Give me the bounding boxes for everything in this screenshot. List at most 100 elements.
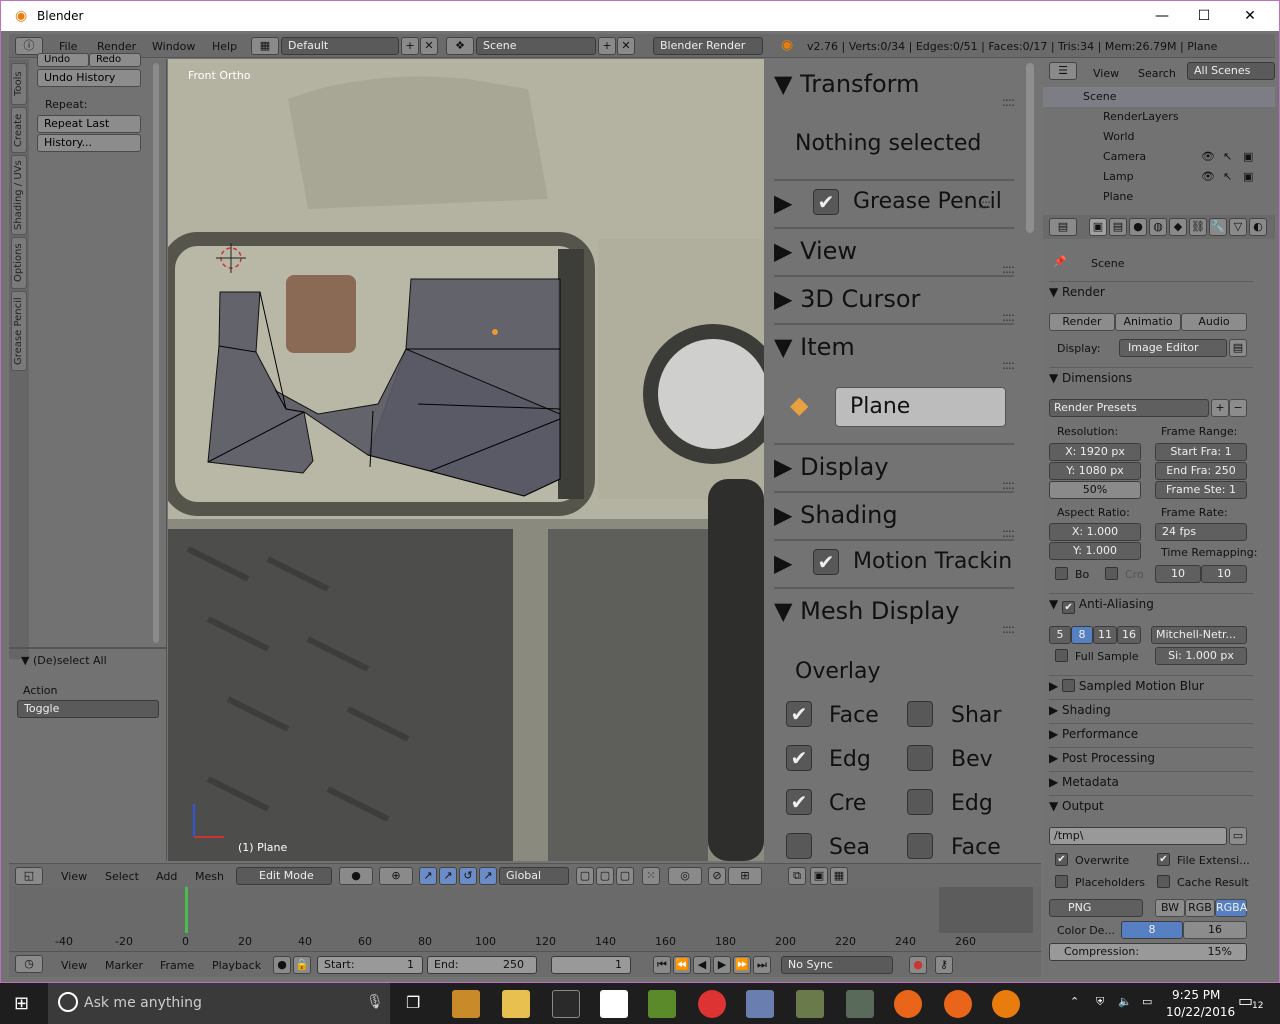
app-icon[interactable] [746, 990, 774, 1018]
grip-icon[interactable]: :::: [1002, 80, 1015, 124]
overlay-edge-info-checkbox[interactable] [907, 789, 933, 815]
viewport-menu-select[interactable]: Select [105, 870, 139, 883]
remove-layout-icon[interactable]: ✕ [420, 37, 438, 55]
resolution-y-field[interactable]: Y: 1080 px [1049, 462, 1141, 480]
end-frame-input[interactable]: End: 250 [427, 956, 537, 974]
proportional-edit-icon[interactable]: ◎ [668, 867, 702, 885]
close-button[interactable]: ✕ [1227, 5, 1273, 27]
jump-start-icon[interactable]: ⏮ [653, 956, 671, 974]
world-tab-icon[interactable]: ◍ [1149, 218, 1167, 236]
rotate-icon[interactable]: ↺ [459, 867, 477, 885]
scene-icon[interactable]: ❖ [446, 37, 474, 55]
overlay-crease-checkbox[interactable]: ✔ [786, 789, 812, 815]
volume-icon[interactable]: 🔈 [1118, 995, 1132, 1008]
folder-icon[interactable]: ▭ [1229, 827, 1247, 845]
start-frame-field[interactable]: Start Fra: 1 [1155, 443, 1247, 461]
chrome-icon[interactable] [698, 990, 726, 1018]
fps-select[interactable]: 24 fps [1155, 523, 1247, 541]
mode-select[interactable]: Edit Mode [236, 867, 332, 885]
clock-date[interactable]: 10/22/2016 [1166, 1005, 1235, 1019]
grip-icon[interactable]: :::: [1002, 343, 1015, 387]
full-sample-checkbox[interactable] [1055, 649, 1068, 662]
tool-scrollbar[interactable] [153, 63, 159, 643]
material-tab-icon[interactable]: ◐ [1249, 218, 1267, 236]
scale-icon[interactable]: ↗ [479, 867, 497, 885]
cortana-search-box[interactable]: Ask me anything 🎙 [48, 983, 390, 1024]
motion-blur-section-header[interactable]: ▶ Sampled Motion Blur [1049, 675, 1253, 695]
layer-icon[interactable]: ▢ [596, 867, 614, 885]
color-rgb-button[interactable]: RGB [1185, 899, 1215, 917]
lock-frame-icon[interactable]: 🔒 [293, 956, 311, 974]
placeholders-checkbox[interactable] [1055, 875, 1068, 888]
render-tab-icon[interactable]: ▣ [1089, 218, 1107, 236]
timeline-menu-view[interactable]: View [61, 959, 87, 972]
outliner-item-scene[interactable]: Scene [1043, 87, 1275, 107]
cursor-icon[interactable]: ↖ [1223, 147, 1232, 167]
notification-icon[interactable]: ▭ [1238, 991, 1253, 1010]
audio-button[interactable]: Audio [1181, 313, 1247, 331]
timeline-menu-frame[interactable]: Frame [160, 959, 194, 972]
maximize-button[interactable]: ☐ [1181, 5, 1227, 27]
action-select[interactable]: Toggle [17, 700, 159, 718]
clock-time[interactable]: 9:25 PM [1172, 988, 1220, 1002]
next-keyframe-icon[interactable]: ⏩ [733, 956, 751, 974]
camera-render-icon[interactable]: ▣ [1243, 167, 1253, 187]
chevron-up-icon[interactable]: ⌃ [1070, 995, 1079, 1008]
viewport-editor-icon[interactable]: ◱ [15, 867, 43, 885]
constraints-tab-icon[interactable]: ⛓ [1189, 218, 1207, 236]
tab-grease-pencil[interactable]: Grease Pencil [11, 291, 27, 371]
blender-taskbar-icon[interactable] [992, 990, 1020, 1018]
timeline-menu-playback[interactable]: Playback [212, 959, 261, 972]
app-icon[interactable] [944, 990, 972, 1018]
remap-old-field[interactable]: 10 [1155, 565, 1201, 583]
auto-key-icon[interactable]: ● [909, 956, 927, 974]
tab-create[interactable]: Create [11, 107, 27, 153]
add-scene-icon[interactable]: + [598, 37, 616, 55]
aa-filter-select[interactable]: Mitchell-Netr... [1151, 626, 1247, 644]
manipulator-icon[interactable]: ↗ [419, 867, 437, 885]
outliner-item-plane[interactable]: Plane [1043, 187, 1275, 203]
play-icon[interactable]: ▶ [713, 956, 731, 974]
minimize-button[interactable]: — [1139, 5, 1185, 27]
color-depth-8[interactable]: 8 [1121, 921, 1183, 939]
security-icon[interactable]: ⛨ [1096, 995, 1104, 1009]
item-header[interactable]: ▼ Item:::: [774, 323, 1015, 372]
animation-button[interactable]: Animatio [1115, 313, 1181, 331]
photo-icon[interactable] [796, 990, 824, 1018]
history-button[interactable]: History... [37, 134, 141, 152]
scene-field[interactable]: Scene [476, 37, 596, 55]
display-header[interactable]: ▶ Display:::: [774, 443, 1015, 492]
start-frame-input[interactable]: Start: 1 [317, 956, 423, 974]
outliner-item-camera[interactable]: Camera 👁 ↖ ▣ [1043, 147, 1275, 167]
file-explorer-icon[interactable] [502, 990, 530, 1018]
end-frame-field[interactable]: End Fra: 250 [1155, 462, 1247, 480]
file-extensions-checkbox[interactable]: ✔ [1157, 853, 1170, 866]
menu-render[interactable]: Render [97, 40, 136, 53]
outliner-filter-select[interactable]: All Scenes [1187, 62, 1275, 80]
amazon-icon[interactable] [600, 990, 628, 1018]
keyboard-icon[interactable]: ▭ [1142, 995, 1152, 1008]
render-section-header[interactable]: ▼ Render [1049, 281, 1253, 301]
motion-tracking-checkbox[interactable]: ✔ [813, 549, 839, 575]
add-preset-icon[interactable]: + [1211, 399, 1229, 417]
scene-tab-icon[interactable]: ● [1129, 218, 1147, 236]
post-processing-section-header[interactable]: ▶ Post Processing [1049, 747, 1253, 767]
overlay-sharp-checkbox[interactable] [907, 701, 933, 727]
frame-step-field[interactable]: Frame Ste: 1 [1155, 481, 1247, 499]
render-presets-select[interactable]: Render Presets [1049, 399, 1209, 417]
aa-samples-11[interactable]: 11 [1093, 626, 1117, 644]
object-tab-icon[interactable]: ◆ [1169, 218, 1187, 236]
undo-button[interactable]: Undo [37, 53, 89, 67]
cache-result-checkbox[interactable] [1157, 875, 1170, 888]
keying-set-icon[interactable]: ⚷ [935, 956, 953, 974]
viewport-menu-add[interactable]: Add [156, 870, 177, 883]
file-format-select[interactable]: PNG [1049, 899, 1143, 917]
data-tab-icon[interactable]: ▽ [1229, 218, 1247, 236]
shading-header[interactable]: ▶ Shading:::: [774, 491, 1015, 540]
aspect-x-field[interactable]: X: 1.000 [1049, 523, 1141, 541]
modifiers-tab-icon[interactable]: 🔧 [1209, 218, 1227, 236]
grip-icon[interactable]: :::: [1002, 607, 1015, 651]
overlay-seams-checkbox[interactable] [786, 833, 812, 859]
crop-checkbox[interactable] [1105, 567, 1118, 580]
remove-preset-icon[interactable]: − [1229, 399, 1247, 417]
